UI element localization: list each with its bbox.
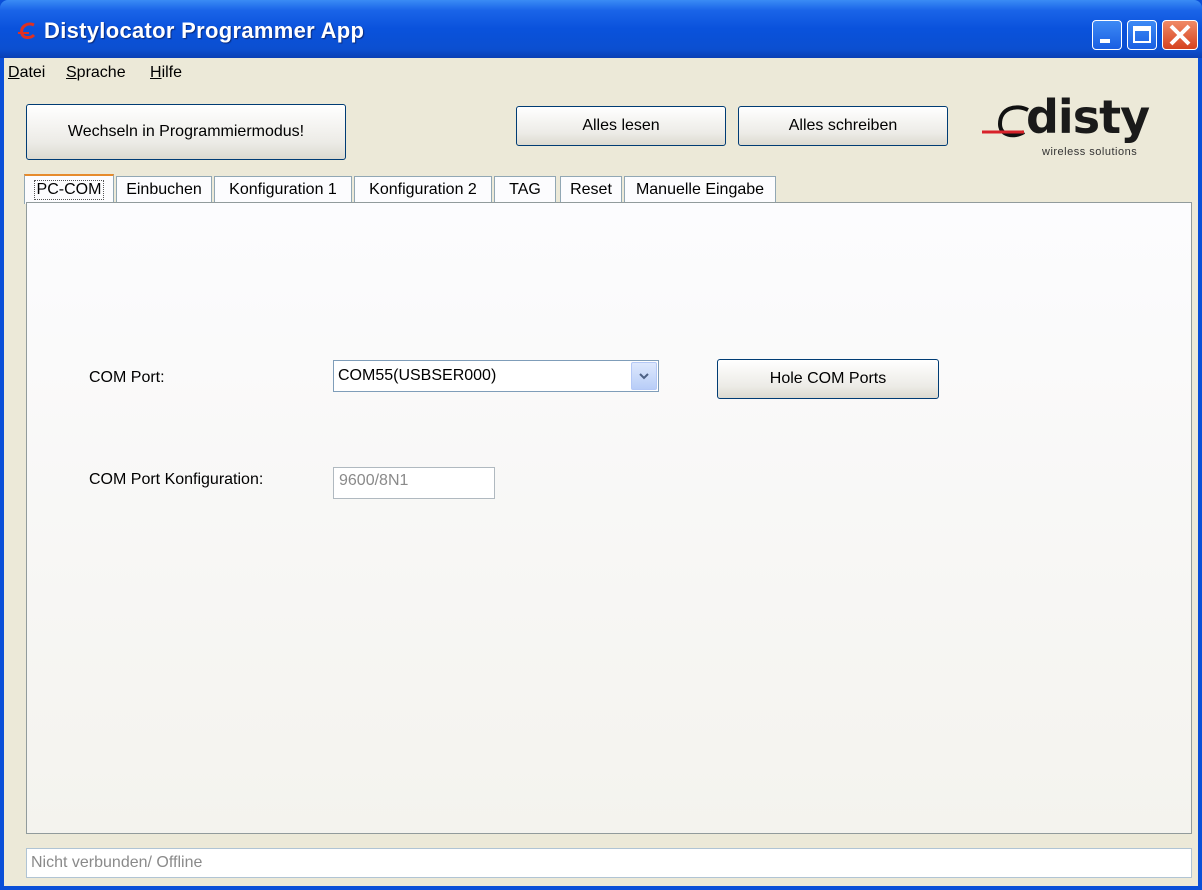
disty-logo: disty wireless solutions xyxy=(980,90,1196,164)
tab-konfiguration-1[interactable]: Konfiguration 1 xyxy=(214,176,352,202)
window-title: Distylocator Programmer App xyxy=(44,18,365,43)
com-port-dropdown[interactable]: COM55(USBSER000) xyxy=(333,360,659,392)
program-mode-button[interactable]: Wechseln in Programmiermodus! xyxy=(26,104,346,160)
com-port-label: COM Port: xyxy=(89,369,165,386)
menu-datei-mnemonic: D xyxy=(8,64,20,81)
close-icon xyxy=(1169,24,1191,46)
minimize-icon xyxy=(1100,39,1110,43)
logo-tagline: wireless solutions xyxy=(1042,146,1138,158)
app-icon xyxy=(18,22,36,39)
title-bar[interactable]: Distylocator Programmer App xyxy=(0,0,1202,58)
close-button[interactable] xyxy=(1162,20,1198,50)
menu-bar: Datei Sprache Hilfe xyxy=(4,58,1198,88)
com-config-label: COM Port Konfiguration: xyxy=(89,471,264,488)
tab-einbuchen[interactable]: Einbuchen xyxy=(116,176,212,202)
maximize-button[interactable] xyxy=(1127,20,1157,50)
menu-hilfe-mnemonic: H xyxy=(150,64,162,81)
logo-brand: disty xyxy=(1026,90,1150,144)
menu-datei-label: atei xyxy=(19,64,46,81)
read-all-button[interactable]: Alles lesen xyxy=(516,106,726,146)
status-bar: Nicht verbunden/ Offline xyxy=(26,848,1192,878)
com-port-value: COM55(USBSER000) xyxy=(338,367,497,384)
maximize-icon xyxy=(1133,26,1151,43)
menu-datei[interactable]: Datei xyxy=(8,64,45,82)
menu-hilfe-label: ilfe xyxy=(161,64,183,81)
app-window: Distylocator Programmer App Datei Sprach… xyxy=(0,0,1202,890)
client-area: Datei Sprache Hilfe Wechseln in Programm… xyxy=(4,58,1198,886)
write-all-button[interactable]: Alles schreiben xyxy=(738,106,948,146)
tab-pc-com-label: PC-COM xyxy=(33,180,105,200)
fetch-com-ports-button[interactable]: Hole COM Ports xyxy=(717,359,939,399)
dropdown-arrow-button[interactable] xyxy=(631,362,657,390)
menu-sprache-mnemonic: S xyxy=(66,64,77,81)
menu-hilfe[interactable]: Hilfe xyxy=(150,64,182,82)
tab-konfiguration-2[interactable]: Konfiguration 2 xyxy=(354,176,492,202)
minimize-button[interactable] xyxy=(1092,20,1122,50)
tab-reset[interactable]: Reset xyxy=(560,176,622,202)
tab-pc-com[interactable]: PC-COM xyxy=(24,174,114,204)
tab-manuelle-eingabe[interactable]: Manuelle Eingabe xyxy=(624,176,776,202)
tab-tag[interactable]: TAG xyxy=(494,176,556,202)
pc-com-panel: COM Port: COM55(USBSER000) Hole COM Port… xyxy=(26,202,1192,834)
menu-sprache-label: prache xyxy=(76,64,126,81)
chevron-down-icon xyxy=(639,373,649,380)
menu-sprache[interactable]: Sprache xyxy=(66,64,126,82)
com-config-field[interactable]: 9600/8N1 xyxy=(333,467,495,499)
